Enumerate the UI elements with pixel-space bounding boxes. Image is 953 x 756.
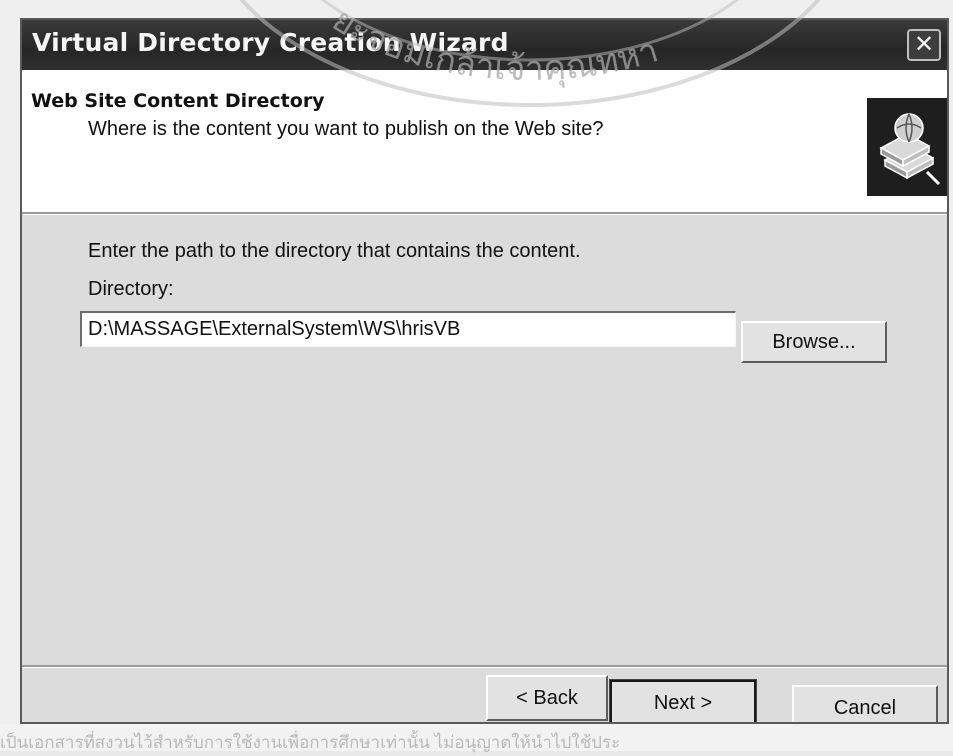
close-icon: ✕: [913, 30, 935, 58]
window-title: Virtual Directory Creation Wizard: [32, 28, 509, 57]
directory-input[interactable]: [80, 311, 736, 347]
books-globe-icon: [867, 98, 947, 196]
watermark-footer-text: เป็นเอกสารที่สงวนไว้สำหรับการใช้งานเพื่อ…: [0, 733, 621, 752]
close-button[interactable]: ✕: [907, 29, 941, 61]
cancel-button[interactable]: Cancel: [792, 685, 938, 722]
next-button[interactable]: Next >: [609, 679, 757, 722]
page-title: Web Site Content Directory: [31, 90, 325, 112]
instruction-text: Enter the path to the directory that con…: [88, 240, 581, 262]
wizard-dialog: Virtual Directory Creation Wizard ✕ Web …: [20, 18, 949, 724]
page-subtitle: Where is the content you want to publish…: [88, 118, 604, 140]
footer-divider: [22, 665, 947, 668]
browse-button[interactable]: Browse...: [741, 321, 887, 363]
wizard-header: Web Site Content Directory Where is the …: [22, 70, 947, 212]
directory-label: Directory:: [88, 278, 174, 300]
wizard-content: Enter the path to the directory that con…: [22, 215, 947, 665]
title-bar[interactable]: Virtual Directory Creation Wizard ✕: [22, 20, 947, 70]
back-button[interactable]: < Back: [486, 675, 608, 721]
screen-background: Virtual Directory Creation Wizard ✕ Web …: [0, 0, 953, 752]
